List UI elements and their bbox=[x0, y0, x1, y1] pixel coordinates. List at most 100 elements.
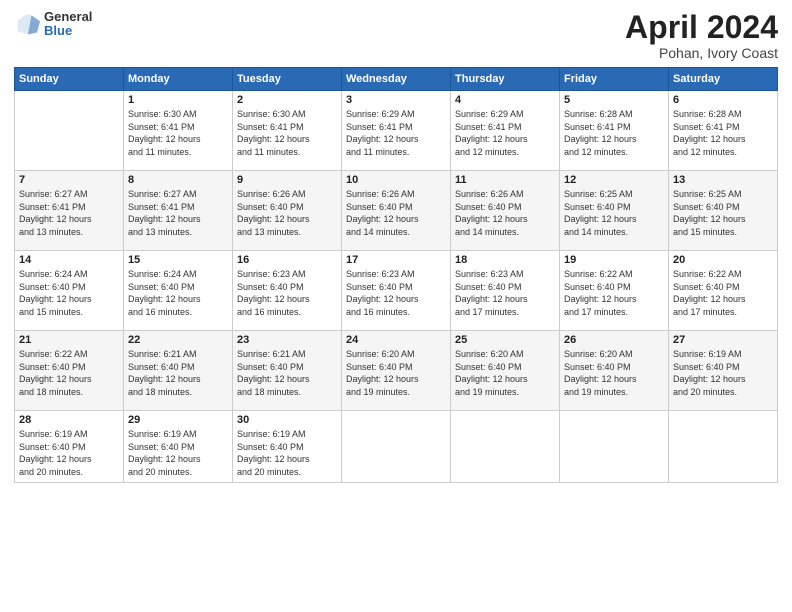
calendar-cell: 26 Sunrise: 6:20 AMSunset: 6:40 PMDayligh… bbox=[560, 331, 669, 411]
calendar-cell: 27Sunrise: 6:19 AMSunset: 6:40 PMDayligh… bbox=[669, 331, 778, 411]
calendar-cell: 10Sunrise: 6:26 AMSunset: 6:40 PMDayligh… bbox=[342, 171, 451, 251]
calendar-cell: 30 Sunrise: 6:19 AMSunset: 6:40 PMDayligh… bbox=[233, 411, 342, 482]
day-info: Sunrise: 6:19 AMSunset: 6:40 PMDaylight:… bbox=[128, 428, 228, 478]
day-info: Sunrise: 6:27 AMSunset: 6:41 PMDaylight:… bbox=[128, 188, 228, 238]
calendar-cell: 24 Sunrise: 6:20 AMSunset: 6:40 PMDayligh… bbox=[342, 331, 451, 411]
day-info: Sunrise: 6:25 AMSunset: 6:40 PMDaylight:… bbox=[673, 188, 773, 238]
day-info: Sunrise: 6:23 AMSunset: 6:40 PMDaylight:… bbox=[346, 268, 446, 318]
calendar-table: SundayMondayTuesdayWednesdayThursdayFrid… bbox=[14, 67, 778, 482]
day-number: 6 bbox=[673, 94, 773, 106]
day-info: Sunrise: 6:24 AMSunset: 6:40 PMDaylight:… bbox=[128, 268, 228, 318]
calendar-cell: 15 Sunrise: 6:24 AMSunset: 6:40 PMDayligh… bbox=[124, 251, 233, 331]
calendar-week-row: 28 Sunrise: 6:19 AMSunset: 6:40 PMDayligh… bbox=[15, 411, 778, 482]
title-block: April 2024 Pohan, Ivory Coast bbox=[625, 10, 778, 61]
day-info: Sunrise: 6:28 AMSunset: 6:41 PMDaylight:… bbox=[673, 108, 773, 158]
header: General Blue April 2024 Pohan, Ivory Coa… bbox=[14, 10, 778, 61]
title-location: Pohan, Ivory Coast bbox=[625, 45, 778, 61]
calendar-cell bbox=[451, 411, 560, 482]
day-number: 20 bbox=[673, 254, 773, 266]
calendar-cell: 29 Sunrise: 6:19 AMSunset: 6:40 PMDayligh… bbox=[124, 411, 233, 482]
day-number: 2 bbox=[237, 94, 337, 106]
day-info: Sunrise: 6:20 AMSunset: 6:40 PMDaylight:… bbox=[564, 348, 664, 398]
col-header-tuesday: Tuesday bbox=[233, 68, 342, 91]
day-info: Sunrise: 6:21 AMSunset: 6:40 PMDaylight:… bbox=[237, 348, 337, 398]
col-header-thursday: Thursday bbox=[451, 68, 560, 91]
day-number: 4 bbox=[455, 94, 555, 106]
day-number: 21 bbox=[19, 334, 119, 346]
calendar-cell: 19 Sunrise: 6:22 AMSunset: 6:40 PMDayligh… bbox=[560, 251, 669, 331]
calendar-cell: 12 Sunrise: 6:25 AMSunset: 6:40 PMDayligh… bbox=[560, 171, 669, 251]
day-number: 10 bbox=[346, 174, 446, 186]
day-number: 11 bbox=[455, 174, 555, 186]
day-info: Sunrise: 6:23 AMSunset: 6:40 PMDaylight:… bbox=[237, 268, 337, 318]
calendar-cell: 6 Sunrise: 6:28 AMSunset: 6:41 PMDaylight… bbox=[669, 91, 778, 171]
day-info: Sunrise: 6:19 AMSunset: 6:40 PMDaylight:… bbox=[237, 428, 337, 478]
logo-general: General bbox=[44, 10, 92, 24]
day-number: 5 bbox=[564, 94, 664, 106]
day-info: Sunrise: 6:20 AMSunset: 6:40 PMDaylight:… bbox=[346, 348, 446, 398]
calendar-cell: 18Sunrise: 6:23 AMSunset: 6:40 PMDayligh… bbox=[451, 251, 560, 331]
calendar-cell: 3 Sunrise: 6:29 AMSunset: 6:41 PMDaylight… bbox=[342, 91, 451, 171]
calendar-header-row: SundayMondayTuesdayWednesdayThursdayFrid… bbox=[15, 68, 778, 91]
day-info: Sunrise: 6:19 AMSunset: 6:40 PMDaylight:… bbox=[19, 428, 119, 478]
page: General Blue April 2024 Pohan, Ivory Coa… bbox=[0, 0, 792, 612]
day-info: Sunrise: 6:22 AMSunset: 6:40 PMDaylight:… bbox=[19, 348, 119, 398]
day-info: Sunrise: 6:29 AMSunset: 6:41 PMDaylight:… bbox=[455, 108, 555, 158]
calendar-week-row: 14 Sunrise: 6:24 AMSunset: 6:40 PMDayligh… bbox=[15, 251, 778, 331]
calendar-cell bbox=[560, 411, 669, 482]
day-number: 14 bbox=[19, 254, 119, 266]
col-header-wednesday: Wednesday bbox=[342, 68, 451, 91]
day-info: Sunrise: 6:26 AMSunset: 6:40 PMDaylight:… bbox=[237, 188, 337, 238]
day-info: Sunrise: 6:22 AMSunset: 6:40 PMDaylight:… bbox=[673, 268, 773, 318]
day-number: 30 bbox=[237, 414, 337, 426]
calendar-cell: 2Sunrise: 6:30 AMSunset: 6:41 PMDaylight… bbox=[233, 91, 342, 171]
calendar-cell: 5Sunrise: 6:28 AMSunset: 6:41 PMDaylight… bbox=[560, 91, 669, 171]
calendar-cell: 20 Sunrise: 6:22 AMSunset: 6:40 PMDayligh… bbox=[669, 251, 778, 331]
col-header-friday: Friday bbox=[560, 68, 669, 91]
day-number: 26 bbox=[564, 334, 664, 346]
calendar-cell bbox=[669, 411, 778, 482]
calendar-cell: 14Sunrise: 6:24 AMSunset: 6:40 PMDayligh… bbox=[15, 251, 124, 331]
calendar-cell: 16 Sunrise: 6:23 AMSunset: 6:40 PMDayligh… bbox=[233, 251, 342, 331]
day-number: 24 bbox=[346, 334, 446, 346]
calendar-cell: 25Sunrise: 6:20 AMSunset: 6:40 PMDayligh… bbox=[451, 331, 560, 411]
day-number: 9 bbox=[237, 174, 337, 186]
day-number: 29 bbox=[128, 414, 228, 426]
day-number: 17 bbox=[346, 254, 446, 266]
day-number: 3 bbox=[346, 94, 446, 106]
calendar-cell: 4 Sunrise: 6:29 AMSunset: 6:41 PMDaylight… bbox=[451, 91, 560, 171]
logo-blue: Blue bbox=[44, 24, 92, 38]
day-info: Sunrise: 6:27 AMSunset: 6:41 PMDaylight:… bbox=[19, 188, 119, 238]
calendar-cell: 1 Sunrise: 6:30 AMSunset: 6:41 PMDaylight… bbox=[124, 91, 233, 171]
col-header-monday: Monday bbox=[124, 68, 233, 91]
calendar-cell: 22Sunrise: 6:21 AMSunset: 6:40 PMDayligh… bbox=[124, 331, 233, 411]
day-info: Sunrise: 6:22 AMSunset: 6:40 PMDaylight:… bbox=[564, 268, 664, 318]
col-header-sunday: Sunday bbox=[15, 68, 124, 91]
calendar-week-row: 7Sunrise: 6:27 AMSunset: 6:41 PMDaylight… bbox=[15, 171, 778, 251]
calendar-cell: 11 Sunrise: 6:26 AMSunset: 6:40 PMDayligh… bbox=[451, 171, 560, 251]
calendar-cell: 17 Sunrise: 6:23 AMSunset: 6:40 PMDayligh… bbox=[342, 251, 451, 331]
calendar-cell bbox=[15, 91, 124, 171]
day-number: 12 bbox=[564, 174, 664, 186]
day-number: 16 bbox=[237, 254, 337, 266]
logo-text: General Blue bbox=[44, 10, 92, 39]
day-number: 15 bbox=[128, 254, 228, 266]
day-number: 28 bbox=[19, 414, 119, 426]
day-number: 8 bbox=[128, 174, 228, 186]
logo: General Blue bbox=[14, 10, 92, 39]
logo-icon bbox=[14, 10, 42, 38]
day-number: 19 bbox=[564, 254, 664, 266]
day-info: Sunrise: 6:25 AMSunset: 6:40 PMDaylight:… bbox=[564, 188, 664, 238]
calendar-week-row: 21 Sunrise: 6:22 AMSunset: 6:40 PMDayligh… bbox=[15, 331, 778, 411]
day-info: Sunrise: 6:26 AMSunset: 6:40 PMDaylight:… bbox=[455, 188, 555, 238]
day-number: 25 bbox=[455, 334, 555, 346]
calendar-cell: 8 Sunrise: 6:27 AMSunset: 6:41 PMDaylight… bbox=[124, 171, 233, 251]
day-info: Sunrise: 6:30 AMSunset: 6:41 PMDaylight:… bbox=[128, 108, 228, 158]
calendar-cell: 23Sunrise: 6:21 AMSunset: 6:40 PMDayligh… bbox=[233, 331, 342, 411]
col-header-saturday: Saturday bbox=[669, 68, 778, 91]
calendar-cell: 9 Sunrise: 6:26 AMSunset: 6:40 PMDaylight… bbox=[233, 171, 342, 251]
day-number: 1 bbox=[128, 94, 228, 106]
day-info: Sunrise: 6:29 AMSunset: 6:41 PMDaylight:… bbox=[346, 108, 446, 158]
day-number: 13 bbox=[673, 174, 773, 186]
day-number: 27 bbox=[673, 334, 773, 346]
